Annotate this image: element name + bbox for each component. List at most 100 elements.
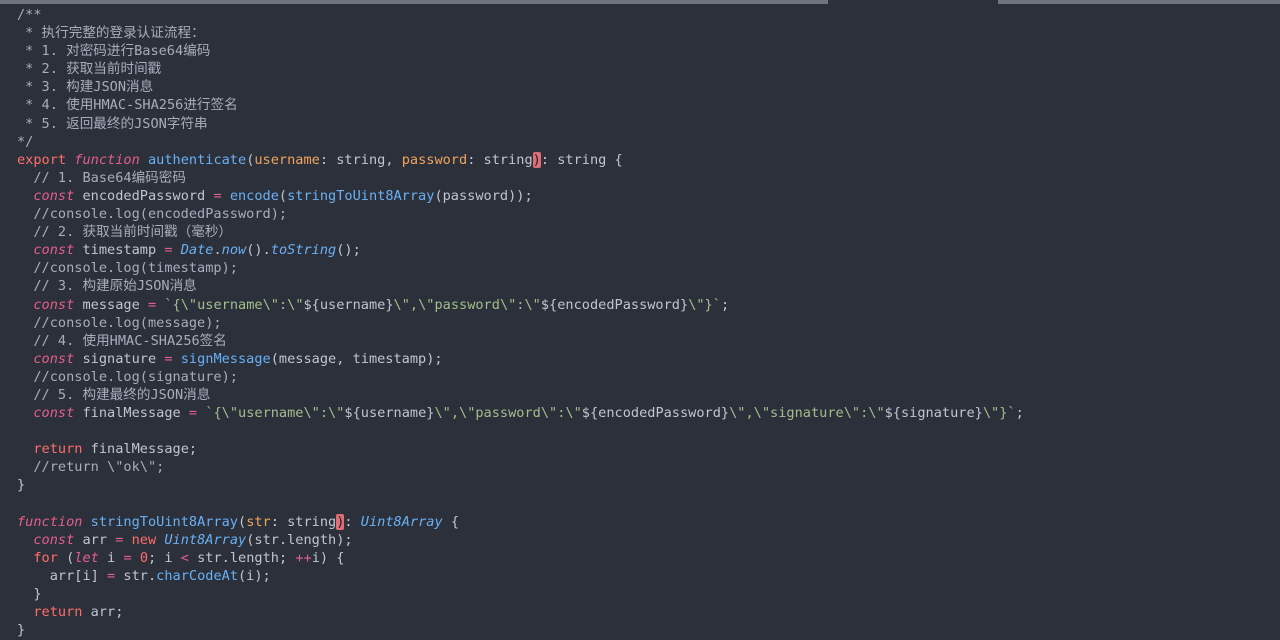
code-token: encodedPassword [82,187,214,204]
code-token: } [17,477,26,494]
code-token: //console.log(encodedPassword); [17,206,288,223]
code-line[interactable]: */ [17,133,1280,151]
code-line[interactable]: //console.log(message); [17,314,1280,332]
code-token: `{\" [164,296,198,313]
code-token: authenticate [147,151,247,168]
code-line[interactable]: const message = `{\"username\":\"${usern… [17,296,1280,314]
code-token: = [213,187,230,204]
top-scrollbar-thumb[interactable] [0,0,828,4]
code-line[interactable]: /** [17,6,1280,24]
code-token: password [401,151,468,168]
code-line[interactable]: // 5. 构建最终的JSON消息 [17,386,1280,404]
code-token: (password)); [434,187,533,204]
code-token: = [164,350,181,367]
code-token: ; [1015,405,1024,422]
code-line[interactable] [17,495,1280,513]
code-token: //console.log(signature); [17,368,238,385]
code-line[interactable]: * 1. 对密码进行Base64编码 [17,42,1280,60]
code-line[interactable]: // 3. 构建原始JSON消息 [17,277,1280,295]
code-token: timestamp [82,242,165,259]
code-line[interactable]: * 5. 返回最终的JSON字符串 [17,115,1280,133]
code-line[interactable]: for (let i = 0; i < str.length; ++i) { [17,549,1280,567]
code-line[interactable]: const arr = new Uint8Array(str.length); [17,531,1280,549]
code-token: : [344,513,361,530]
code-line[interactable]: // 2. 获取当前时间戳（毫秒） [17,223,1280,241]
code-token: const [33,296,83,313]
code-token: \":\" [303,405,345,422]
code-token: \":\" [499,296,541,313]
code-token: function [17,513,91,530]
code-token: i [107,549,124,566]
top-scrollbar-thumb-secondary[interactable] [998,0,1280,4]
code-token: ; [720,296,730,313]
code-token: * 5. 返回最终的JSON字符串 [17,115,208,132]
code-token: (i); [238,567,271,584]
code-token: return [33,441,91,458]
code-token: \"}` [688,296,721,313]
code-token: */ [17,133,34,150]
code-token: // 2. 获取当前时间戳（毫秒） [17,224,233,241]
code-line[interactable]: //console.log(encodedPassword); [17,205,1280,223]
code-token: arr[i] [17,567,108,584]
code-line[interactable]: arr[i] = str.charCodeAt(i); [17,567,1280,585]
code-line[interactable]: const signature = signMessage(message, t… [17,350,1280,368]
code-token: < [180,549,198,566]
code-line[interactable] [17,422,1280,440]
code-token: str [246,513,271,530]
code-token: charCodeAt [156,567,238,584]
code-token: * 3. 构建JSON消息 [17,79,154,96]
code-token: : string { [540,151,623,168]
code-token: export [17,151,75,168]
code-token: username [254,151,320,168]
code-token: finalMessage [82,405,189,422]
code-line[interactable]: //console.log(timestamp); [17,259,1280,277]
code-line[interactable]: //console.log(signature); [17,368,1280,386]
code-token: } [17,622,26,639]
code-line[interactable]: const finalMessage = `{\"username\":\"${… [17,404,1280,422]
code-token: stringToUint8Array [90,513,238,530]
code-token: ${username} [344,405,435,422]
code-line[interactable]: } [17,585,1280,603]
code-token: // 5. 构建最终的JSON消息 [17,386,211,403]
code-token: (); [336,242,361,259]
code-line[interactable]: * 3. 构建JSON消息 [17,78,1280,96]
code-line[interactable]: function stringToUint8Array(str: string)… [17,513,1280,531]
code-line[interactable]: //return \"ok\"; [17,458,1280,476]
code-token: = [123,549,140,566]
code-token: const [33,405,83,422]
code-token: new [131,531,165,548]
code-token: ; i [148,549,181,566]
code-line[interactable]: } [17,621,1280,639]
code-token: * 4. 使用HMAC-SHA256进行签名 [17,97,238,114]
code-line[interactable]: * 执行完整的登录认证流程： [17,24,1280,42]
code-token: \":\" [262,296,304,313]
code-token: //console.log(timestamp); [17,260,238,277]
code-line[interactable]: // 4. 使用HMAC-SHA256签名 [17,332,1280,350]
code-token: = [115,531,132,548]
code-token: const [33,187,83,204]
code-line[interactable]: export function authenticate(username: s… [17,151,1280,169]
code-line[interactable]: // 1. Base64编码密码 [17,169,1280,187]
code-token: const [33,531,83,548]
code-token: = [164,242,181,259]
code-token: encode [229,187,279,204]
code-token: = [188,405,206,422]
code-token: signature [82,350,165,367]
code-line[interactable]: * 2. 获取当前时间戳 [17,60,1280,78]
code-line[interactable]: return finalMessage; [17,440,1280,458]
code-line[interactable]: * 4. 使用HMAC-SHA256进行签名 [17,96,1280,114]
code-editor[interactable]: /** * 执行完整的登录认证流程： * 1. 对密码进行Base64编码 * … [17,6,1280,639]
code-token: \",\" [434,405,476,422]
code-token: signMessage [180,350,271,367]
code-token: ++ [295,549,312,566]
code-line[interactable]: const timestamp = Date.now().toString(); [17,241,1280,259]
code-line[interactable]: const encodedPassword = encode(stringToU… [17,187,1280,205]
code-line[interactable]: } [17,476,1280,494]
code-token: password [475,405,541,422]
code-token: { [442,513,460,530]
code-line[interactable]: return arr; [17,603,1280,621]
